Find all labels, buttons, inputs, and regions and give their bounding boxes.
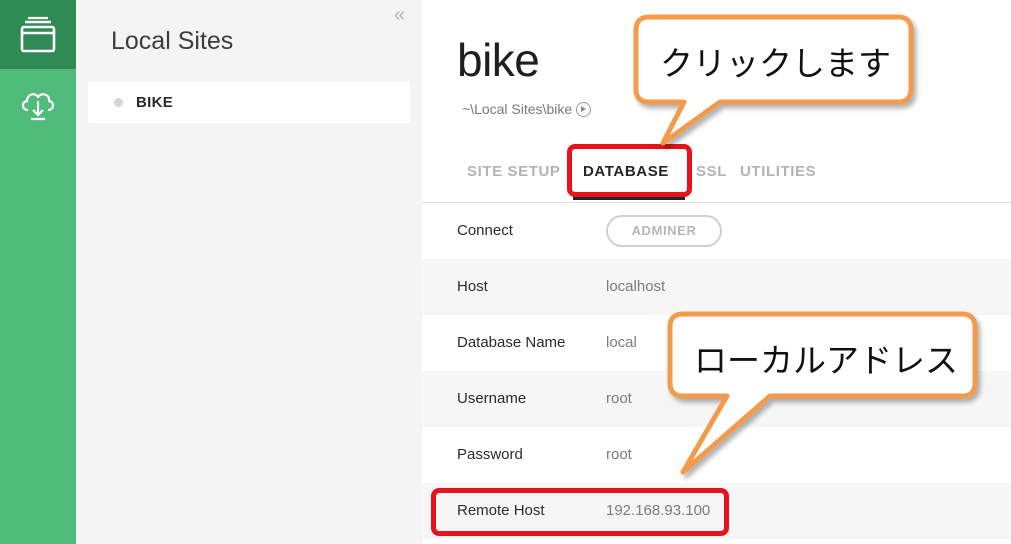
adminer-button[interactable]: ADMINER <box>606 215 722 247</box>
collapse-sidebar-icon[interactable]: « <box>394 4 405 27</box>
site-path: ~\Local Sites\bike <box>462 101 592 117</box>
site-list-item[interactable]: BIKE <box>88 82 410 123</box>
rail-connect-button[interactable] <box>0 69 76 139</box>
remote-host-highlight <box>431 488 729 536</box>
info-row-label: Database Name <box>457 334 566 351</box>
rail-sites-button[interactable] <box>0 0 76 69</box>
callout-text-local-address: ローカルアドレス <box>694 341 958 380</box>
info-row-label: Password <box>457 446 523 463</box>
info-row-host: Host localhost <box>422 259 1011 315</box>
info-row-value[interactable]: root <box>606 446 632 463</box>
tab-site-setup[interactable]: SITE SETUP <box>467 163 561 180</box>
connect-row: Connect ADMINER <box>422 203 1011 259</box>
info-row-password: Password root <box>422 427 1011 483</box>
site-title: bike <box>457 34 540 86</box>
sites-sidebar: Local Sites « BIKE <box>76 0 422 544</box>
site-path-text: ~\Local Sites\bike <box>462 101 573 117</box>
site-tabs: SITE SETUP DATABASE SSL UTILITIES <box>422 150 1011 203</box>
info-row-label: Username <box>457 390 527 407</box>
info-row-value[interactable]: localhost <box>606 278 665 295</box>
cloud-download-icon <box>18 86 58 122</box>
info-row-label: Host <box>457 278 488 295</box>
tab-ssl[interactable]: SSL <box>696 163 727 180</box>
connect-label: Connect <box>457 222 513 239</box>
icon-rail <box>0 0 76 544</box>
callout-text-click: クリックします <box>660 44 891 83</box>
site-status-dot <box>114 98 123 107</box>
reveal-arrow-icon[interactable] <box>576 102 592 117</box>
info-row-value[interactable]: local <box>606 334 637 351</box>
sidebar-title: Local Sites <box>111 27 234 55</box>
sites-icon <box>19 16 57 54</box>
database-tab-highlight <box>567 144 692 197</box>
site-list-item-name: BIKE <box>136 94 174 111</box>
info-row-value[interactable]: root <box>606 390 632 407</box>
tab-utilities[interactable]: UTILITIES <box>740 163 816 180</box>
